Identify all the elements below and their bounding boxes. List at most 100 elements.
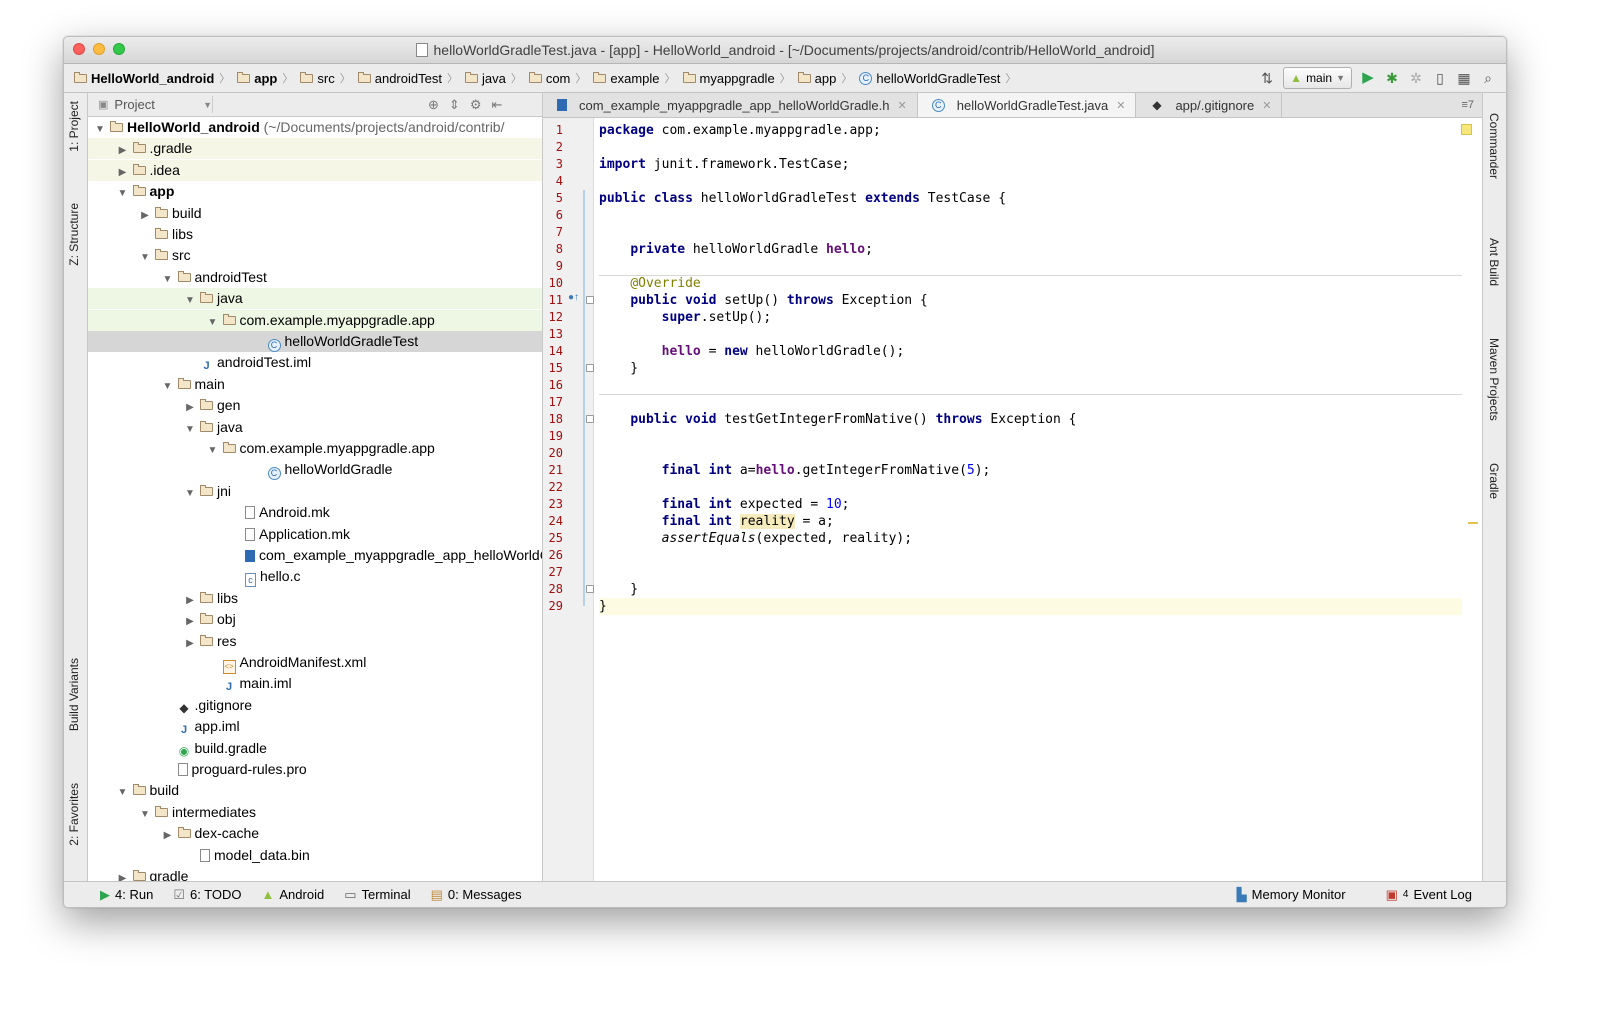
tree-item[interactable]: JandroidTest.iml xyxy=(88,352,542,373)
breadcrumb-item[interactable]: androidTest 〉 xyxy=(357,70,463,86)
sync-icon[interactable]: ⇅ xyxy=(1259,70,1275,86)
collapse-all-icon[interactable]: ⇕ xyxy=(449,97,460,113)
tree-item[interactable]: com_example_myappgradle_app_helloWorldG xyxy=(88,545,542,566)
chevron-down-icon[interactable]: ▼ xyxy=(207,312,219,333)
fold-marker-icon[interactable] xyxy=(586,415,594,423)
breadcrumb-item[interactable]: src 〉 xyxy=(300,70,355,86)
tree-item[interactable]: Android.mk xyxy=(88,502,542,523)
tree-item[interactable]: ▼ app xyxy=(88,181,542,202)
chevron-down-icon[interactable]: ▼ xyxy=(139,247,151,268)
tab-project[interactable]: 1: Project xyxy=(67,101,81,152)
tree-item[interactable]: ChelloWorldGradleTest xyxy=(88,331,542,352)
terminal-tool-button[interactable]: ▭ Terminal xyxy=(344,887,410,903)
chevron-down-icon[interactable]: ▼ xyxy=(117,782,129,803)
scroll-from-source-icon[interactable]: ⊕ xyxy=(428,97,439,113)
chevron-right-icon[interactable]: ▶ xyxy=(184,397,196,418)
close-tab-icon[interactable]: ✕ xyxy=(1116,99,1125,112)
tree-item[interactable]: ▶ .idea xyxy=(88,159,542,183)
chevron-right-icon[interactable]: ▶ xyxy=(184,590,196,611)
breadcrumb-item[interactable]: app 〉 xyxy=(237,70,298,86)
tree-item[interactable]: c hello.c xyxy=(88,566,542,588)
run-tool-button[interactable]: ▶ 4: Run xyxy=(100,887,153,903)
tab-structure[interactable]: Z: Structure xyxy=(67,203,81,266)
tree-item[interactable]: ◉ build.gradle xyxy=(88,738,542,759)
search-icon[interactable]: ⌕ xyxy=(1480,70,1496,86)
tree-item[interactable]: ▼ com.example.myappgradle.app xyxy=(88,438,542,459)
tab-build-variants[interactable]: Build Variants xyxy=(67,658,81,731)
tree-item[interactable]: Jmain.iml xyxy=(88,673,542,694)
chevron-down-icon[interactable]: ▼ xyxy=(162,269,174,290)
tree-item[interactable]: ▼ src xyxy=(88,245,542,266)
debug-icon[interactable]: ✱ xyxy=(1384,70,1400,86)
close-tab-icon[interactable]: ✕ xyxy=(898,99,907,112)
structure-icon[interactable]: ▦ xyxy=(1456,70,1472,86)
chevron-right-icon[interactable]: ▶ xyxy=(184,633,196,654)
breadcrumb-item[interactable]: myappgradle 〉 xyxy=(682,70,796,86)
hide-panel-icon[interactable]: ⇤ xyxy=(491,97,502,113)
tree-item[interactable]: proguard-rules.pro xyxy=(88,759,542,780)
tree-item[interactable]: ▼ jni xyxy=(88,481,542,502)
tree-item[interactable]: ▶ .gradle xyxy=(88,138,542,161)
tree-item[interactable]: ▶ gen xyxy=(88,395,542,416)
chevron-right-icon[interactable]: ▶ xyxy=(184,611,196,632)
tab-commander[interactable]: Commander xyxy=(1487,113,1501,179)
close-tab-icon[interactable]: ✕ xyxy=(1262,99,1271,112)
breadcrumb-item[interactable]: ChelloWorldGradleTest 〉 xyxy=(859,70,1021,86)
chevron-down-icon[interactable]: ▼ xyxy=(184,290,196,311)
tree-item[interactable]: libs xyxy=(88,224,542,245)
tree-item[interactable]: Application.mk xyxy=(88,524,542,545)
tree-item[interactable]: Japp.iml xyxy=(88,716,542,737)
tree-item[interactable]: ◆ .gitignore xyxy=(88,695,542,716)
attach-icon[interactable]: ✲ xyxy=(1408,70,1424,86)
chevron-down-icon[interactable]: ▼ xyxy=(184,419,196,440)
project-view-select[interactable]: ▣ Project ▼ xyxy=(98,96,213,113)
tree-item[interactable]: ▶ dex-cache xyxy=(88,823,542,844)
tree-item[interactable]: ▼ java xyxy=(88,417,542,438)
tree-item[interactable]: ▼ intermediates xyxy=(88,802,542,823)
memory-monitor-button[interactable]: ▙ Memory Monitor xyxy=(1237,887,1346,903)
event-log-button[interactable]: ▣ 4 Event Log xyxy=(1386,887,1472,903)
chevron-down-icon[interactable]: ▼ xyxy=(94,119,106,140)
tab-maven-projects[interactable]: Maven Projects xyxy=(1487,338,1501,421)
editor-tab[interactable]: com_example_myappgradle_app_helloWorldGr… xyxy=(543,93,918,117)
tree-item[interactable]: ▼ build xyxy=(88,780,542,801)
todo-tool-button[interactable]: ☑ 6: TODO xyxy=(173,887,241,903)
run-icon[interactable]: ▶ xyxy=(1360,70,1376,86)
breadcrumb-item[interactable]: HelloWorld_android 〉 xyxy=(74,70,235,86)
tree-item[interactable]: ▶ res xyxy=(88,631,542,652)
tree-item[interactable]: <> AndroidManifest.xml xyxy=(88,652,542,674)
tree-item[interactable]: ▶ obj xyxy=(88,609,542,630)
breadcrumb-item[interactable]: example 〉 xyxy=(593,70,680,86)
tree-item[interactable]: ▶ build xyxy=(88,203,542,224)
editor-tab[interactable]: ChelloWorldGradleTest.java ✕ xyxy=(917,93,1137,117)
device-icon[interactable]: ▯ xyxy=(1432,70,1448,86)
tree-root[interactable]: ▼ HelloWorld_android (~/Documents/project… xyxy=(88,117,542,138)
chevron-right-icon[interactable]: ▶ xyxy=(139,205,151,226)
chevron-down-icon[interactable]: ▼ xyxy=(117,183,129,204)
chevron-right-icon[interactable]: ▶ xyxy=(117,140,129,161)
fold-marker-icon[interactable] xyxy=(586,364,594,372)
breadcrumb-item[interactable]: com 〉 xyxy=(528,70,592,86)
override-marker-icon[interactable]: ●↑ xyxy=(568,292,579,303)
fold-marker-icon[interactable] xyxy=(586,296,594,304)
gear-icon[interactable]: ⚙ xyxy=(470,97,482,113)
chevron-down-icon[interactable]: ▼ xyxy=(162,376,174,397)
tree-item[interactable]: ▼ java xyxy=(88,288,542,311)
tab-gradle[interactable]: Gradle xyxy=(1487,463,1501,499)
run-config-select[interactable]: ▲ main ▼ xyxy=(1283,67,1352,89)
tree-item[interactable]: ▼ androidTest xyxy=(88,267,542,288)
android-tool-button[interactable]: ▲ Android xyxy=(262,887,325,902)
tab-favorites[interactable]: 2: Favorites xyxy=(67,783,81,846)
breadcrumb-item[interactable]: java 〉 xyxy=(464,70,527,86)
messages-tool-button[interactable]: ▤ 0: Messages xyxy=(431,887,522,903)
chevron-down-icon[interactable]: ▼ xyxy=(207,440,219,461)
chevron-right-icon[interactable]: ▶ xyxy=(117,162,129,183)
tree-item[interactable]: model_data.bin xyxy=(88,845,542,866)
tab-overflow-button[interactable]: ≡7 xyxy=(1461,93,1482,117)
warning-stripe[interactable] xyxy=(1468,522,1478,524)
fold-marker-icon[interactable] xyxy=(586,585,594,593)
chevron-down-icon[interactable]: ▼ xyxy=(184,483,196,504)
tree-item[interactable]: ▼ main xyxy=(88,374,542,395)
chevron-right-icon[interactable]: ▶ xyxy=(117,868,129,881)
warning-indicator[interactable] xyxy=(1461,124,1472,135)
